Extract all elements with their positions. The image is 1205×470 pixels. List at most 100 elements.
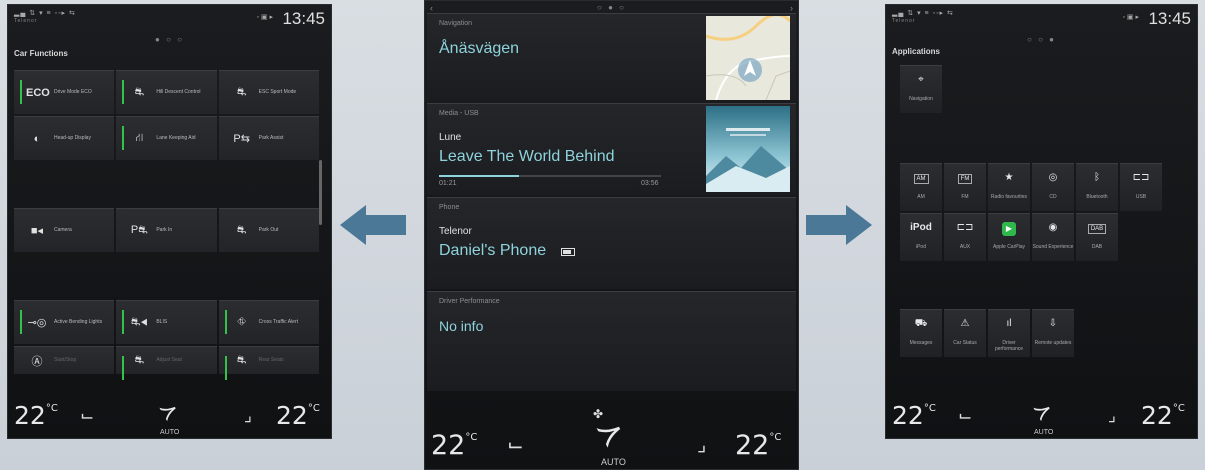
tile-adjust-seat[interactable]: ⛐ Adjust Seat: [116, 346, 217, 380]
tile-label: Rear Seats: [258, 357, 284, 363]
app-driver-performance[interactable]: ıl Driver performance: [988, 309, 1030, 357]
track-duration: 03:56: [641, 180, 659, 187]
right-temperature[interactable]: 22°C: [735, 430, 781, 461]
map-thumbnail[interactable]: [706, 16, 790, 100]
app-cd[interactable]: ◎ CD: [1032, 163, 1074, 211]
right-temperature[interactable]: 22°C: [276, 401, 320, 430]
cd-icon: ◎: [1048, 172, 1058, 183]
app-bluetooth[interactable]: ᛒ Bluetooth: [1076, 163, 1118, 211]
app-fm[interactable]: FM FM: [944, 163, 986, 211]
operator-label: Telenor: [892, 18, 916, 24]
fm-radio-icon: FM: [944, 172, 986, 186]
ipod-icon: iPod: [910, 222, 932, 233]
app-radio-favourites[interactable]: ★ Radio favourites: [988, 163, 1030, 211]
app-label: AUX: [959, 244, 971, 250]
tile-rear-seats[interactable]: ⛐ Rear Seats: [218, 346, 319, 380]
tile-title: Media - USB: [439, 110, 479, 117]
right-seat-heat-icon[interactable]: ⌟: [1108, 406, 1116, 426]
tile-blis[interactable]: ⛐◂ BLIS: [116, 300, 217, 344]
app-label: Driver performance: [994, 340, 1024, 352]
tile-head-up-display[interactable]: ◐ Head-up Display: [14, 116, 115, 160]
seat-icon: ⛐: [134, 353, 145, 366]
app-usb[interactable]: ⊏⊐ USB: [1120, 163, 1162, 211]
app-car-status[interactable]: ⚠ Car Status: [944, 309, 986, 357]
tile-park-in[interactable]: P⛐ Park In: [116, 208, 217, 252]
app-label: Apple CarPlay: [993, 244, 1025, 250]
car-functions-grid: ECO Drive Mode ECO ⛐ Hill Descent Control …: [14, 70, 319, 380]
media-tile[interactable]: Media - USB Lune Leave The World Behind …: [427, 103, 796, 195]
lane-keeping-icon: ⛙: [135, 131, 144, 144]
apps-row-3: iPod iPod ⊏⊐ AUX ▶ Apple CarPlay ◉ Sound Exp…: [900, 213, 1120, 261]
arrow-right-icon: [806, 205, 872, 245]
right-seat-heat-icon[interactable]: ⌟: [244, 406, 252, 426]
app-navigation[interactable]: ⌖ Navigation: [900, 65, 942, 113]
camera-icon: ■◂: [30, 225, 44, 237]
phone-tile[interactable]: Phone Telenor Daniel's Phone: [427, 197, 796, 289]
app-remote-updates[interactable]: ⇩ Remote updates: [1032, 309, 1074, 357]
auto-label[interactable]: AUTO: [601, 457, 626, 467]
left-temperature[interactable]: 22°C: [14, 401, 58, 430]
page-title: Applications: [892, 47, 941, 56]
tile-start-stop[interactable]: Ⓐ Start/Stop: [14, 346, 115, 374]
elapsed-time: 01:21: [439, 180, 457, 187]
tile-cross-traffic-alert[interactable]: ⛗ Cross Traffic Alert: [218, 300, 319, 344]
tile-title: Phone: [439, 204, 460, 211]
app-label: Messages: [909, 340, 933, 346]
app-label: CD: [1049, 194, 1057, 200]
navigation-tile[interactable]: Navigation Ånäsvägen: [427, 13, 796, 101]
park-out-icon: ⛐: [236, 223, 247, 236]
media-progress[interactable]: [439, 175, 661, 177]
app-label: Navigation: [909, 96, 933, 102]
app-label: USB: [1135, 194, 1147, 200]
tile-park-out[interactable]: ⛐ Park Out: [218, 208, 319, 252]
app-dab[interactable]: DAB DAB: [1076, 213, 1118, 261]
tile-label: Park In: [156, 227, 173, 233]
app-sound-experience[interactable]: ◉ Sound Experience: [1032, 213, 1074, 261]
left-seat-heat-icon[interactable]: ⌙: [507, 432, 524, 457]
app-ipod[interactable]: iPod iPod: [900, 213, 942, 261]
app-messages[interactable]: ⛟ Messages: [900, 309, 942, 357]
media-progress-fill: [439, 175, 519, 177]
status-icons: ◦ ▣ ▸: [256, 14, 274, 21]
start-stop-icon: Ⓐ: [31, 355, 43, 368]
album-art-graphic: [706, 128, 790, 192]
scrollbar[interactable]: [319, 160, 322, 225]
status-bar: ▂▄ ⇅ ▾ ≡ ◦◦▸ ⇆ Telenor ◦ ▣ ▸ 13:45: [8, 5, 331, 31]
park-in-icon: P⛐: [130, 223, 148, 236]
app-label: AM: [917, 194, 925, 200]
dab-radio-icon: DAB: [1076, 222, 1118, 236]
app-apple-carplay[interactable]: ▶ Apple CarPlay: [988, 213, 1030, 261]
tile-label: Drive Mode ECO: [54, 89, 92, 95]
tile-title: Driver Performance: [439, 298, 500, 305]
app-am[interactable]: AM AM: [900, 163, 942, 211]
carplay-icon: ▶: [988, 222, 1030, 236]
left-temperature[interactable]: 22°C: [431, 430, 477, 461]
tile-camera[interactable]: ■◂ Camera: [14, 208, 115, 252]
fan-icon[interactable]: ≻: [1029, 395, 1058, 427]
left-temperature[interactable]: 22°C: [892, 401, 936, 430]
climate-bar: 22°C ⌙ ✤ ≻ AUTO ⌟ 22°C: [425, 399, 798, 469]
app-label: FM: [961, 194, 969, 200]
eco-icon: ECO: [26, 86, 50, 99]
chevron-right-icon[interactable]: ›: [790, 3, 793, 13]
tile-drive-mode-eco[interactable]: ECO Drive Mode ECO: [14, 70, 115, 114]
app-aux[interactable]: ⊏⊐ AUX: [944, 213, 986, 261]
auto-label[interactable]: AUTO: [1034, 429, 1053, 436]
battery-icon: [561, 248, 575, 256]
right-temperature[interactable]: 22°C: [1141, 401, 1185, 430]
driver-performance-tile[interactable]: Driver Performance No info: [427, 291, 796, 391]
tile-park-assist[interactable]: P⇆ Park Assist: [218, 116, 319, 160]
fan-icon[interactable]: ≻: [155, 395, 184, 427]
tile-hill-descent-control[interactable]: ⛐ Hill Descent Control: [116, 70, 217, 114]
left-seat-heat-icon[interactable]: ⌙: [958, 406, 972, 426]
clock: 13:45: [282, 9, 325, 28]
auto-label[interactable]: AUTO: [160, 429, 179, 436]
left-seat-heat-icon[interactable]: ⌙: [80, 406, 94, 426]
tile-esc-sport-mode[interactable]: ⛐ ESC Sport Mode: [218, 70, 319, 114]
rear-seat-icon: ⛐: [236, 353, 247, 366]
right-seat-heat-icon[interactable]: ⌟: [697, 432, 706, 457]
tile-lane-keeping-aid[interactable]: ⛙ Lane Keeping Aid: [116, 116, 217, 160]
tile-active-bending-lights[interactable]: ⊸◎ Active Bending Lights: [14, 300, 115, 344]
warning-icon: ⚠: [960, 318, 970, 329]
apps-row-1: ⌖ Navigation: [900, 65, 944, 113]
